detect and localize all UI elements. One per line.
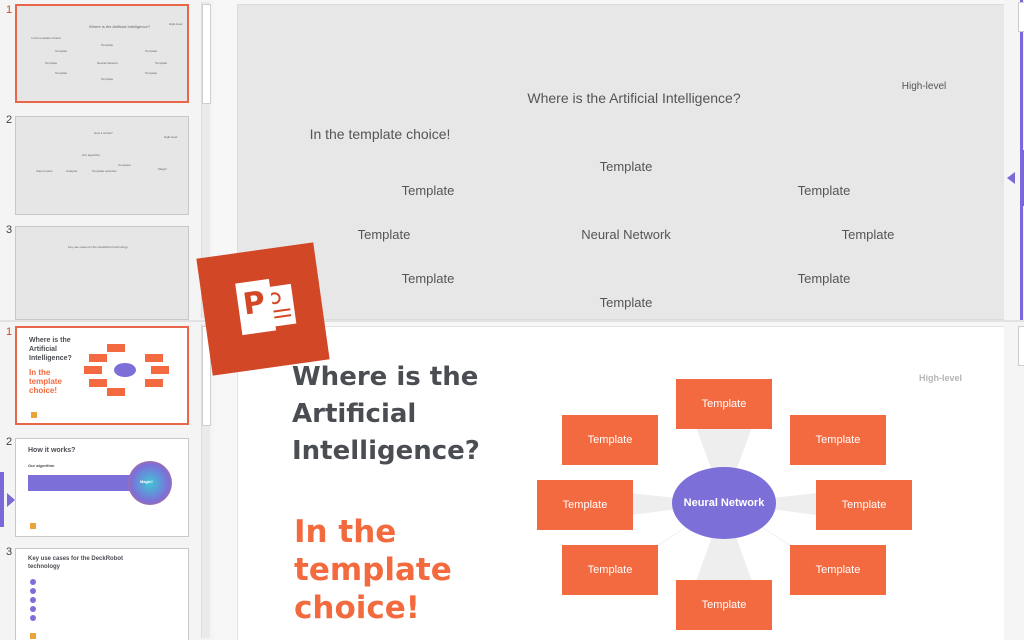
thumb-badge: Magic! [140,479,153,484]
thumb-text: Template [45,61,58,65]
deckrobot-side-rail [1004,0,1024,320]
thumbnail-scrollbar[interactable] [201,324,211,638]
slide-title[interactable]: Where is the Artificial Intelligence? [527,90,740,106]
template-box[interactable]: Template [790,415,886,465]
slide-editor: Where is the Artificial Intelligence? In… [214,322,1005,640]
neural-network-text[interactable]: Neural Network [581,227,671,242]
slide-tag[interactable]: High-level [902,81,946,92]
thumbnail-preview[interactable]: Key use cases for the DeckRobot technolo… [15,226,189,320]
slide-number: 2 [6,436,13,448]
slide-editor: Where is the Artificial Intelligence? Hi… [214,0,1005,320]
powerpoint-letter: P [240,284,268,323]
thumbnail-preview[interactable]: Where is the Artificial Intelligence? Hi… [15,4,189,103]
powerpoint-logo-icon: P [196,242,330,376]
thumb-subtitle: In the template choice! [29,368,62,395]
thumb-subtitle: Our algorithm [28,463,55,468]
thumb-title: Where is the Artificial Intelligence? [29,337,72,362]
template-box[interactable]: Template [537,480,633,530]
thumb-text: Our algorithm [82,153,101,157]
thumb-text: Analysis [66,169,78,173]
neural-network-diagram: Template Template Template Template Temp… [534,375,914,635]
template-box[interactable]: Template [790,545,886,595]
thumb-text: Key use cases for the DeckRobot technolo… [68,245,128,249]
slide-number: 3 [6,546,13,558]
rail-handle[interactable] [1020,150,1024,206]
thumbnail-preview[interactable]: How it works? High-level Our algorithm C… [15,116,189,215]
after-powerpoint-window: 1 Where is the Artificial Intelligence? … [0,320,1024,640]
slide-subtitle[interactable]: In the template choice! [310,126,451,142]
slide-thumbnail-panel: 1 Where is the Artificial Intelligence? … [0,322,200,640]
editor-scrollbar-thumb[interactable] [1018,2,1024,32]
template-box[interactable]: Template [562,545,658,595]
slide-number: 1 [6,4,13,16]
template-text[interactable]: Template [842,227,895,242]
current-slide-unformatted[interactable]: Where is the Artificial Intelligence? Hi… [237,4,1005,320]
panel-marker [0,472,4,527]
thumb-text: Template [101,43,114,47]
template-text[interactable]: Template [798,271,851,286]
thumbnail-preview[interactable]: Where is the Artificial Intelligence? In… [15,326,189,425]
thumb-title: How it works? [28,447,76,454]
thumb-text: Client inputs [36,169,53,173]
editor-scrollbar-thumb[interactable] [1018,326,1024,366]
thumb-text: Template [155,61,168,65]
expand-arrow-icon[interactable] [7,493,15,507]
thumb-title: Key use cases for the DeckRobot technolo… [28,556,124,570]
template-text[interactable]: Template [402,183,455,198]
template-box[interactable]: Template [816,480,912,530]
template-text[interactable]: Template [358,227,411,242]
thumb-text: High-level [169,22,183,26]
template-text[interactable]: Template [600,295,653,310]
thumb-text: In the template choice! [31,36,62,40]
thumb-text: High-level [164,135,178,139]
thumb-text: Complete [118,163,131,167]
thumb-text: Template [55,49,68,53]
thumb-text: Where is the Artificial Intelligence? [89,24,150,29]
scrollbar-thumb[interactable] [202,4,211,104]
template-box[interactable]: Template [562,415,658,465]
before-powerpoint-window: 1 Where is the Artificial Intelligence? … [0,0,1024,320]
thumb-text: How it works? [94,131,113,135]
thumb-text: Neural Network [97,61,118,65]
thumb-text: Template [145,71,158,75]
template-box[interactable]: Template [676,379,772,429]
template-text[interactable]: Template [600,159,653,174]
slide-number: 1 [6,326,13,338]
comparison-screenshot: 1 Where is the Artificial Intelligence? … [0,0,1024,640]
slide-subtitle[interactable]: In the template choice! [294,513,534,627]
slide-tag[interactable]: High-level [919,373,962,383]
slide-number: 3 [6,224,13,236]
thumb-text: Template [101,77,114,81]
thumb-text: Magic! [158,167,167,171]
slide-thumbnail-panel: 1 Where is the Artificial Intelligence? … [0,0,200,320]
neural-network-node[interactable]: Neural Network [672,467,776,539]
slide-title[interactable]: Where is the Artificial Intelligence? [292,359,532,470]
side-rail [1004,322,1024,640]
template-text[interactable]: Template [402,271,455,286]
current-slide-designed[interactable]: Where is the Artificial Intelligence? In… [237,326,1005,640]
thumb-text: Template selection [92,169,117,173]
template-box[interactable]: Template [676,580,772,630]
collapse-arrow-icon[interactable] [1007,172,1015,184]
slide-number: 2 [6,114,13,126]
thumb-text: Template [145,49,158,53]
thumbnail-preview[interactable]: Key use cases for the DeckRobot technolo… [15,548,189,640]
thumbnail-preview[interactable]: How it works? Our algorithm Magic! [15,438,189,537]
template-text[interactable]: Template [798,183,851,198]
thumb-text: Template [55,71,68,75]
